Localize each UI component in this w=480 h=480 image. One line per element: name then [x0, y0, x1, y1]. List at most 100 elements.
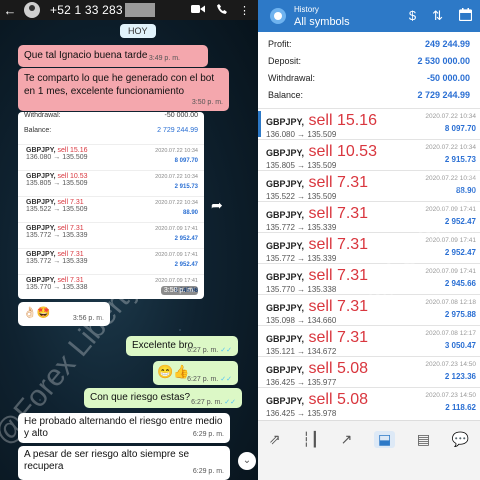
summary-balance: Balance: 2 729 244.99	[268, 86, 470, 103]
mt-toolbar-actions: $ ⇅	[409, 8, 473, 24]
video-call-icon[interactable]	[191, 4, 205, 17]
trade-profit: 8 097.70	[174, 158, 198, 164]
trade-row[interactable]: GBPJPY, sell 7.31 135.772 → 135.339 2020.0…	[18, 222, 204, 248]
screenshot-balance: Balance: 2 729 244.99	[18, 124, 204, 144]
trade-prices: 135.098 → 134.660	[266, 316, 337, 325]
trade-date: 2020.07.22 10:34	[155, 148, 198, 154]
trade-symbol: GBPJPY,	[266, 334, 305, 344]
trade-row[interactable]: GBPJPY, sell 7.31 135.772 → 135.339 2020.0…	[258, 201, 480, 232]
trade-symbol: GBPJPY,	[26, 173, 56, 180]
trade-symbol: GBPJPY,	[266, 303, 305, 313]
phone-call-icon[interactable]	[217, 3, 227, 17]
summary-deposit: Deposit: 2 530 000.00	[268, 52, 470, 69]
incoming-message[interactable]: A pesar de ser riesgo alto siempre se re…	[18, 446, 230, 480]
trade-profit: 8 097.70	[444, 124, 476, 133]
read-check-icon: ✓✓	[220, 376, 232, 383]
contact-avatar[interactable]	[24, 2, 40, 18]
symbol-filter-icon[interactable]: $	[409, 8, 416, 24]
trade-side: sell 10.53	[57, 173, 88, 180]
news-tab-icon[interactable]: ▤	[417, 431, 430, 448]
incoming-message[interactable]: Te comparto lo que he generado con el bo…	[18, 68, 229, 111]
whatsapp-chat-panel: ← +52 1 33 283 ⋮ HOY Que tal Ignacio bue…	[0, 0, 258, 480]
trade-profit: 2 975.88	[444, 310, 476, 319]
trade-row[interactable]: GBPJPY, sell 15.16 136.080 → 135.509 2020.…	[18, 144, 204, 170]
trade-tab-icon[interactable]: ↗	[341, 431, 353, 448]
read-check-icon: ✓✓	[220, 347, 232, 354]
trade-date: 2020.07.09 17:41	[425, 268, 476, 275]
trade-symbol: GBPJPY,	[266, 241, 305, 251]
more-options-icon[interactable]: ⋮	[239, 4, 250, 17]
trade-row[interactable]: GBPJPY, sell 7.31 135.772 → 135.339 2020.0…	[18, 248, 204, 274]
trade-row[interactable]: GBPJPY, sell 10.53 135.805 → 135.509 2020.…	[258, 139, 480, 170]
trade-row[interactable]: GBPJPY, sell 7.31 135.121 → 134.672 2020.0…	[258, 325, 480, 356]
trade-date: 2020.07.09 17:41	[425, 206, 476, 213]
summary-withdrawal: Withdrawal: -50 000.00	[268, 69, 470, 86]
incoming-message[interactable]: Que tal Ignacio buena tarde 3:49 p. m.	[18, 45, 208, 67]
shared-screenshot[interactable]: Withdrawal: -50 000.00 Balance: 2 729 24…	[18, 112, 204, 299]
mt-title-main: All symbols	[294, 16, 350, 28]
incoming-emoji-message[interactable]: 👌🏻🤩 3:56 p. m.	[18, 302, 110, 326]
trade-prices: 135.805 → 135.509	[266, 161, 337, 170]
withdrawal-value: -50 000.00	[426, 72, 470, 83]
trade-date: 2020.07.09 17:41	[155, 252, 198, 258]
trade-symbol: GBPJPY,	[26, 277, 56, 284]
sort-icon[interactable]: ⇅	[432, 8, 443, 24]
trade-date: 2020.07.09 17:41	[155, 278, 198, 284]
trade-history-list: GBPJPY, sell 15.16 136.080 → 135.509 2020.…	[258, 108, 480, 418]
trade-side: sell 7.31	[308, 329, 369, 346]
trade-symbol: GBPJPY,	[266, 210, 305, 220]
chat-tab-icon[interactable]: 💬	[452, 431, 469, 448]
quotes-tab-icon[interactable]: ⇗	[269, 431, 281, 448]
trade-row[interactable]: GBPJPY, sell 7.31 135.522 → 135.509 2020.0…	[258, 170, 480, 201]
trade-prices: 136.080 → 135.509	[266, 130, 337, 139]
outgoing-message[interactable]: 😁👍 6:27 p. m. ✓✓	[153, 361, 238, 385]
trade-row[interactable]: GBPJPY, sell 15.16 136.080 → 135.509 2020.…	[258, 108, 480, 139]
trade-date: 2020.07.22 10:34	[155, 174, 198, 180]
scroll-down-button[interactable]: ⌄	[238, 452, 256, 470]
trade-side: sell 7.31	[57, 225, 84, 232]
outgoing-message[interactable]: Excelente bro 6:27 p. m. ✓✓	[126, 336, 238, 356]
account-summary: Profit: 249 244.99 Deposit: 2 530 000.00…	[258, 32, 480, 103]
trade-side: sell 7.31	[57, 277, 84, 284]
message-time: 6:29 p. m.	[192, 468, 224, 475]
trade-row[interactable]: GBPJPY, sell 7.31 135.522 → 135.509 2020.0…	[18, 196, 204, 222]
trade-profit: 2 952.47	[444, 248, 476, 257]
incoming-message[interactable]: He probado alternando el riesgo entre me…	[18, 413, 230, 443]
trade-row[interactable]: GBPJPY, sell 10.53 135.805 → 135.509 2020.…	[18, 170, 204, 196]
trade-row[interactable]: GBPJPY, sell 7.31 135.772 → 135.339 2020.0…	[258, 232, 480, 263]
trade-row[interactable]: GBPJPY, sell 7.31 135.770 → 135.338 2020.0…	[258, 263, 480, 294]
trade-date: 2020.07.22 10:34	[425, 175, 476, 182]
mt-toolbar: History All symbols $ ⇅	[258, 0, 480, 32]
trade-prices: 135.772 → 135.339	[266, 223, 337, 232]
header-actions: ⋮	[191, 3, 250, 17]
chart-tab-icon[interactable]: ┆┃	[302, 431, 319, 448]
history-tab-icon[interactable]: ⬓	[374, 431, 396, 448]
trade-symbol: GBPJPY,	[266, 148, 305, 158]
trade-row[interactable]: GBPJPY, sell 7.31 135.098 → 134.660 2020.0…	[258, 294, 480, 325]
outgoing-message[interactable]: Con que riesgo estas? 6:27 p. m. ✓✓	[84, 388, 242, 408]
calendar-icon[interactable]	[458, 8, 473, 24]
trade-row[interactable]: GBPJPY, sell 5.08 136.425 → 135.978 2020.0…	[258, 387, 480, 418]
trade-profit: 88.90	[455, 186, 476, 195]
trade-symbol: GBPJPY,	[266, 179, 305, 189]
trade-prices: 135.522 → 135.509	[266, 192, 337, 201]
trade-side: sell 10.53	[308, 143, 377, 160]
balance-value: 2 729 244.99	[417, 89, 470, 100]
share-forward-icon[interactable]: ➦	[211, 197, 223, 214]
trade-prices: 135.522 → 135.509	[26, 206, 88, 213]
trade-date: 2020.07.09 17:41	[425, 237, 476, 244]
back-arrow-icon[interactable]: ←	[2, 3, 18, 18]
message-time: 6:27 p. m. ✓✓	[187, 376, 232, 383]
trade-prices: 135.772 → 135.339	[266, 254, 337, 263]
trade-date: 2020.07.23 14:50	[425, 392, 476, 399]
trade-profit: 2 952.47	[174, 236, 198, 242]
trade-row[interactable]: GBPJPY, sell 5.08 136.425 → 135.977 2020.0…	[258, 356, 480, 387]
contact-phone[interactable]: +52 1 33 283	[50, 3, 123, 17]
mt-title-block: History All symbols	[294, 4, 350, 28]
trade-date: 2020.07.08 12:17	[425, 330, 476, 337]
trade-symbol: GBPJPY,	[266, 272, 305, 282]
message-text: Con que riesgo estas?	[90, 392, 191, 403]
trade-profit: 2 915.73	[174, 184, 198, 190]
withdrawal-value: -50 000.00	[164, 112, 198, 119]
mt4-logo-icon[interactable]	[270, 8, 286, 24]
